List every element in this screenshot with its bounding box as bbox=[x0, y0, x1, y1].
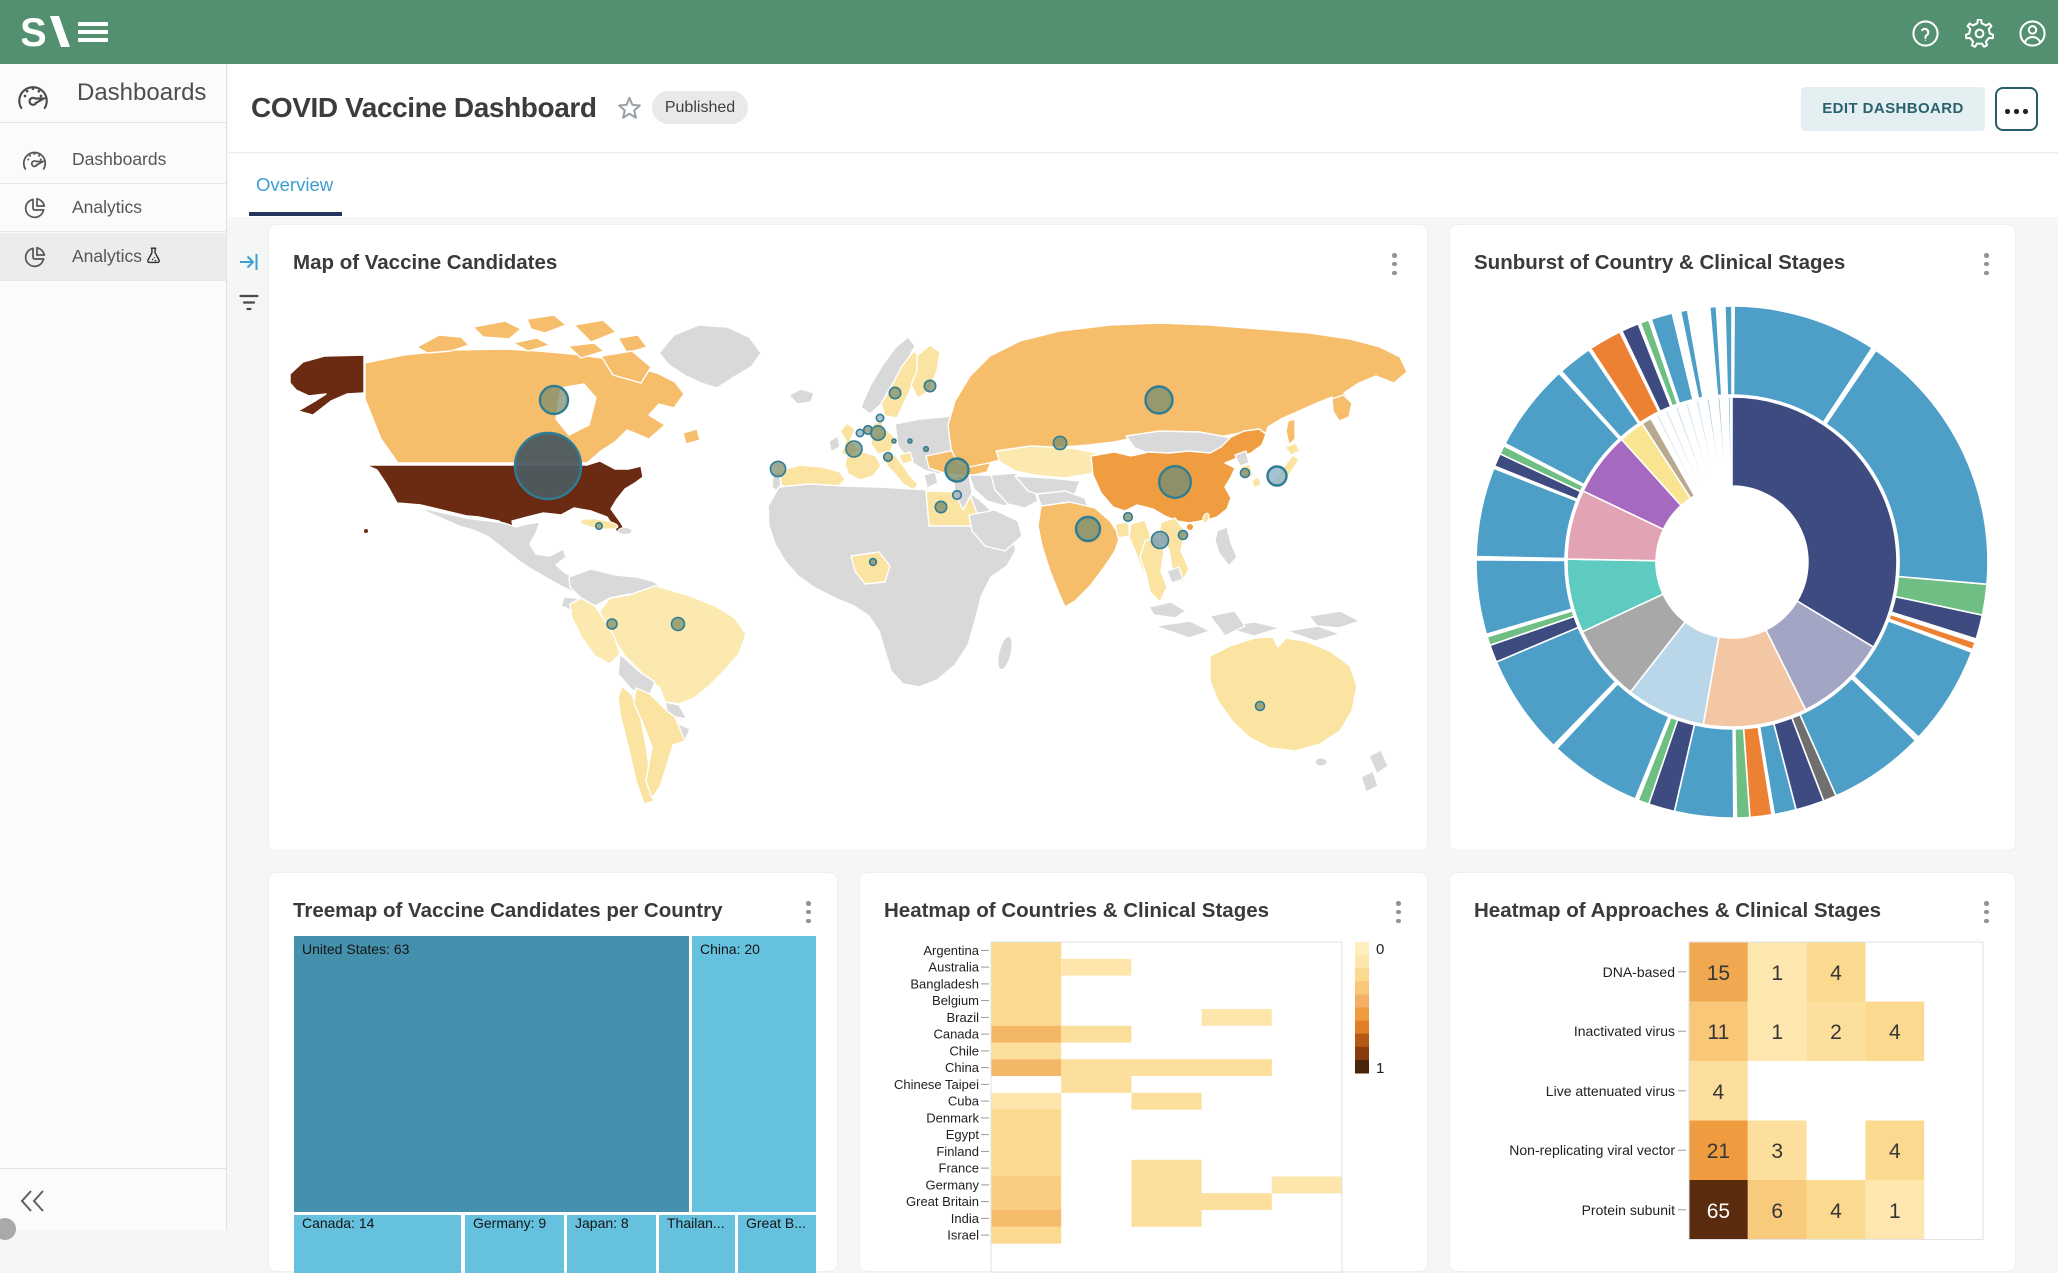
svg-text:Australia: Australia bbox=[928, 960, 979, 975]
svg-text:11: 11 bbox=[1707, 1021, 1729, 1044]
svg-text:1: 1 bbox=[1889, 1200, 1901, 1223]
svg-text:Egypt: Egypt bbox=[946, 1127, 980, 1142]
svg-text:Germany: 9: Germany: 9 bbox=[473, 1215, 546, 1231]
svg-text:3: 3 bbox=[1771, 1140, 1783, 1163]
svg-text:S: S bbox=[22, 13, 47, 51]
svg-text:15: 15 bbox=[1707, 962, 1730, 985]
svg-text:Great B...: Great B... bbox=[746, 1215, 806, 1231]
svg-text:Brazil: Brazil bbox=[946, 1010, 979, 1025]
svg-text:Denmark: Denmark bbox=[926, 1110, 979, 1125]
svg-text:0: 0 bbox=[1376, 941, 1384, 958]
svg-text:1: 1 bbox=[1771, 962, 1783, 985]
svg-text:Non-replicating viral vector: Non-replicating viral vector bbox=[1509, 1142, 1675, 1158]
svg-text:4: 4 bbox=[1830, 1200, 1842, 1223]
svg-text:4: 4 bbox=[1713, 1081, 1725, 1104]
svg-text:4: 4 bbox=[1889, 1021, 1901, 1044]
svg-text:Chile: Chile bbox=[949, 1043, 979, 1058]
svg-text:China: 20: China: 20 bbox=[700, 941, 760, 957]
svg-text:Bangladesh: Bangladesh bbox=[910, 976, 979, 991]
svg-text:Chinese Taipei: Chinese Taipei bbox=[894, 1077, 979, 1092]
svg-text:Belgium: Belgium bbox=[932, 993, 979, 1008]
svg-text:65: 65 bbox=[1707, 1200, 1730, 1223]
svg-text:21: 21 bbox=[1707, 1140, 1730, 1163]
svg-text:Japan: 8: Japan: 8 bbox=[575, 1215, 629, 1231]
svg-text:4: 4 bbox=[1830, 962, 1842, 985]
svg-text:China: China bbox=[945, 1060, 980, 1075]
svg-text:2: 2 bbox=[1830, 1021, 1842, 1044]
svg-text:Canada: Canada bbox=[933, 1027, 979, 1042]
svg-text:France: France bbox=[939, 1161, 979, 1176]
svg-text:Great Britain: Great Britain bbox=[906, 1194, 979, 1209]
svg-text:DNA-based: DNA-based bbox=[1603, 964, 1675, 980]
svg-text:Germany: Germany bbox=[926, 1177, 980, 1192]
svg-text:Canada: 14: Canada: 14 bbox=[302, 1215, 375, 1231]
svg-text:Cuba: Cuba bbox=[948, 1094, 980, 1109]
svg-text:Protein subunit: Protein subunit bbox=[1582, 1202, 1676, 1218]
svg-text:6: 6 bbox=[1771, 1200, 1783, 1223]
svg-text:Thailan...: Thailan... bbox=[667, 1215, 725, 1231]
svg-text:Inactivated virus: Inactivated virus bbox=[1574, 1023, 1675, 1039]
svg-text:India: India bbox=[951, 1211, 980, 1226]
svg-text:4: 4 bbox=[1889, 1140, 1901, 1163]
svg-text:Argentina: Argentina bbox=[923, 943, 979, 958]
svg-text:United States: 63: United States: 63 bbox=[302, 941, 410, 957]
svg-text:Finland: Finland bbox=[936, 1144, 979, 1159]
svg-text:1: 1 bbox=[1771, 1021, 1783, 1044]
svg-text:1: 1 bbox=[1376, 1060, 1384, 1077]
svg-text:Live attenuated virus: Live attenuated virus bbox=[1546, 1083, 1675, 1099]
